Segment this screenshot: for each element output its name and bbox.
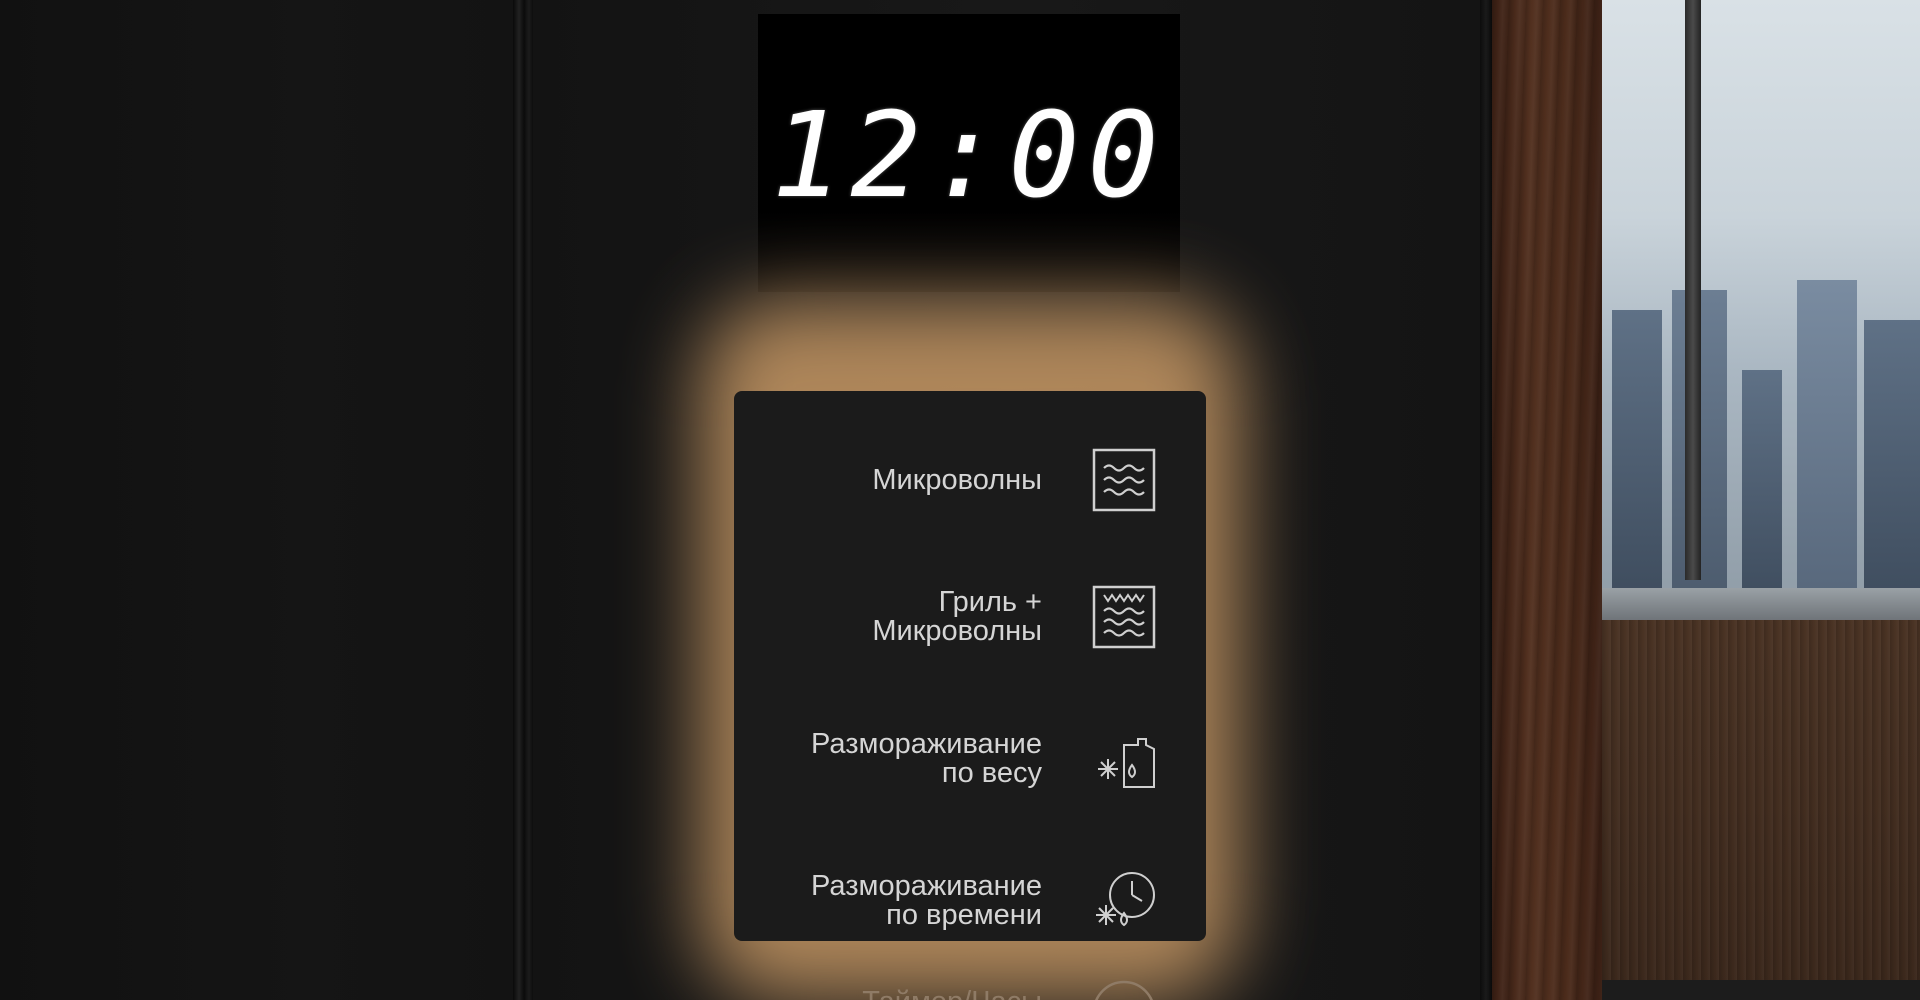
mode-label-line2: по весу [941, 757, 1042, 789]
mode-label-line1: Размораживание [811, 728, 1042, 760]
defrost-time-icon [1096, 872, 1155, 927]
door-seam [513, 0, 533, 1000]
defrost-weight-icon [1098, 738, 1155, 788]
display-time: 12:00 [771, 86, 1167, 224]
control-panel-edge [1480, 0, 1492, 1000]
mode-panel: Микроволны Гриль + Микроволны Разморажив… [734, 391, 1206, 941]
mode-button-defrost-time[interactable]: Размораживание по времени [734, 841, 1206, 961]
building [1742, 370, 1782, 620]
background-window [1602, 0, 1920, 620]
mode-label-line1: Микроволны [872, 463, 1042, 496]
building [1797, 280, 1857, 620]
mode-button-timer-clock[interactable]: Таймер/Часы [734, 980, 1206, 1000]
mode-label: Таймер/Часы [862, 988, 1042, 1000]
timer-clock-icon [1095, 980, 1153, 1000]
mode-label-line2: Микроволны [872, 615, 1042, 647]
mode-label: Гриль + Микроволны [872, 557, 1042, 677]
mode-label-line1: Гриль + [938, 586, 1042, 618]
building [1864, 320, 1920, 620]
building [1612, 310, 1662, 620]
mode-button-defrost-weight[interactable]: Размораживание по весу [734, 699, 1206, 819]
mode-button-microwave[interactable]: Микроволны [734, 420, 1206, 540]
background-cabinet [1602, 620, 1920, 980]
mode-button-grill-microwave[interactable]: Гриль + Микроволны [734, 557, 1206, 677]
floor [1602, 980, 1920, 1000]
grill-microwave-icon [1092, 585, 1156, 649]
mode-label: Размораживание по весу [811, 699, 1042, 819]
microwave-door [0, 0, 513, 1000]
window-sill [1602, 588, 1920, 620]
mode-label: Микроволны [872, 420, 1042, 540]
mode-label: Размораживание по времени [811, 841, 1042, 961]
wood-cabinet-side [1492, 0, 1602, 1000]
microwave-waves-icon [1092, 448, 1156, 512]
led-display: 12:00 [758, 14, 1180, 292]
mode-label-line1: Размораживание [811, 870, 1042, 902]
window-mullion [1685, 0, 1701, 580]
mode-label-line2: по времени [886, 899, 1042, 931]
